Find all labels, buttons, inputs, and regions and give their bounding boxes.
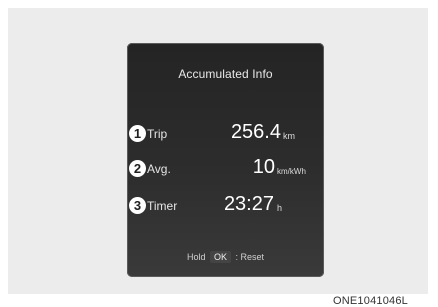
number-badge-2: 2 [129, 160, 146, 177]
cluster-display-panel: Accumulated Info 1 Trip 256.4 km 2 Avg. … [127, 43, 324, 277]
hold-text: Hold [186, 252, 206, 262]
timer-unit: h [277, 203, 283, 213]
trip-row: 1 Trip 256.4 km [127, 121, 324, 148]
reset-hint: Hold OK : Reset [127, 251, 324, 263]
timer-value: 23:27 [223, 193, 274, 215]
average-label: Avg. [147, 162, 171, 176]
trip-value: 256.4 [230, 121, 281, 143]
timer-row: 3 Timer 23:27 h [127, 193, 324, 220]
trip-unit: km [283, 131, 295, 141]
figure-code: ONE1041046L [333, 295, 408, 307]
average-value: 10 [252, 156, 275, 178]
timer-label: Timer [147, 199, 178, 213]
reset-text: : Reset [235, 252, 265, 262]
average-unit: km/kWh [277, 167, 306, 176]
panel-title: Accumulated Info [178, 67, 273, 81]
average-row: 2 Avg. 10 km/kWh [127, 156, 324, 183]
ok-key-icon: OK [209, 251, 231, 263]
trip-label: Trip [147, 127, 168, 141]
number-badge-1: 1 [129, 125, 146, 142]
number-badge-3: 3 [129, 197, 146, 214]
